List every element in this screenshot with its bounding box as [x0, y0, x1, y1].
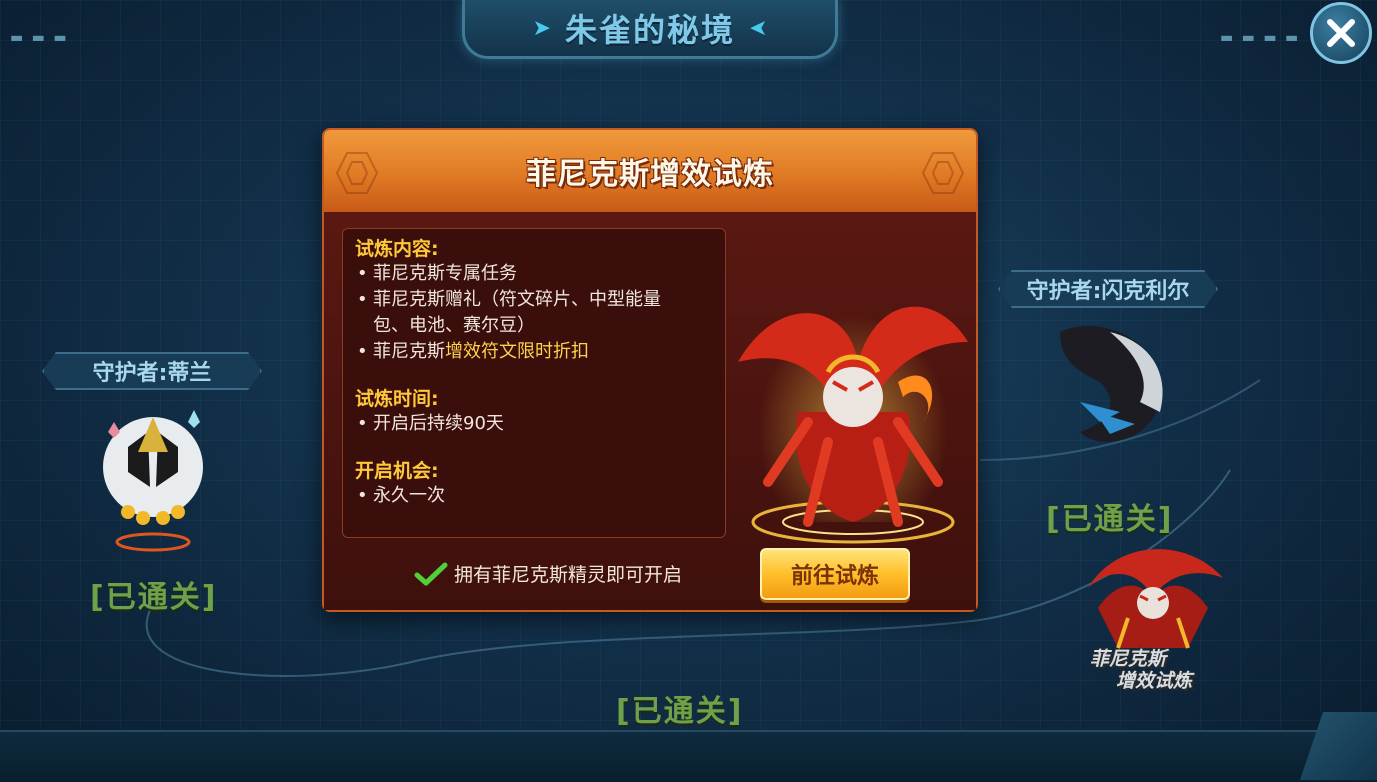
dialog-header: 菲尼克斯增效试炼 [324, 130, 976, 212]
phoenix-sprite [738, 292, 968, 544]
content-item-highlight: 增效符文限时折扣 [445, 341, 589, 362]
phoenix-trial-dialog: 菲尼克斯增效试炼 试炼内容: 菲尼克斯专属任务 菲尼克斯赠礼（符文碎片、中型能量… [322, 128, 978, 612]
content-item: 菲尼克斯增效符文限时折扣 [355, 339, 713, 365]
close-icon [1327, 19, 1355, 47]
requirement-text: 拥有菲尼克斯精灵即可开启 [454, 564, 683, 586]
side-trial-line2: 增效试炼 [1116, 670, 1193, 692]
phoenix-trial-entry-icon[interactable] [1078, 538, 1228, 658]
chance-item: 永久一次 [355, 483, 713, 509]
title-plate: ➤ 朱雀的秘境 ➤ [462, 0, 838, 59]
guardian-tilan-sprite[interactable] [88, 392, 218, 552]
time-item: 开启后持续90天 [355, 411, 713, 437]
page-title: 朱雀的秘境 [564, 11, 735, 49]
phoenix-trial-entry-label[interactable]: 菲尼克斯 增效试炼 [1090, 648, 1220, 692]
cleared-left-label: [已通关] [90, 580, 218, 615]
chance-section-title: 开启机会: [355, 460, 439, 482]
cleared-bottom-label: [已通关] [616, 694, 744, 729]
deco-dashes-left: ▬ ▬ ▬ [10, 30, 69, 46]
guardian-shankelier-sprite[interactable] [1040, 312, 1180, 452]
side-trial-line1: 菲尼克斯 [1090, 648, 1167, 670]
guardian-right-label: 守护者:闪克利尔 [998, 270, 1218, 308]
content-item: 菲尼克斯专属任务 [355, 261, 713, 287]
time-section-title: 试炼时间: [355, 388, 439, 410]
deco-dashes-right: ▬ ▬ ▬ ▬ [1220, 30, 1301, 46]
hex-pattern-icon [921, 152, 965, 194]
dialog-title: 菲尼克斯增效试炼 [526, 157, 774, 192]
hex-pattern-icon [335, 152, 379, 194]
guardian-left-label: 守护者:蒂兰 [42, 352, 262, 390]
dialog-body: 试炼内容: 菲尼克斯专属任务 菲尼克斯赠礼（符文碎片、中型能量 包、电池、赛尔豆… [324, 212, 976, 610]
checkmark-icon [414, 562, 448, 585]
requirement-line: 拥有菲尼克斯精灵即可开启 [414, 560, 682, 587]
content-item-continued: 包、电池、赛尔豆） [373, 315, 535, 336]
trial-info-box: 试炼内容: 菲尼克斯专属任务 菲尼克斯赠礼（符文碎片、中型能量 包、电池、赛尔豆… [342, 228, 726, 538]
content-item-prefix: 菲尼克斯 [373, 341, 445, 362]
content-section-title: 试炼内容: [355, 238, 439, 260]
arrow-left-icon: ➤ [749, 15, 768, 41]
close-button[interactable] [1310, 2, 1372, 64]
go-to-trial-button[interactable]: 前往试炼 [760, 548, 910, 600]
arrow-right-icon: ➤ [532, 15, 551, 41]
content-item: 菲尼克斯赠礼（符文碎片、中型能量 [355, 287, 713, 313]
bottom-bar [0, 730, 1377, 782]
cleared-right-label: [已通关] [1046, 502, 1174, 537]
